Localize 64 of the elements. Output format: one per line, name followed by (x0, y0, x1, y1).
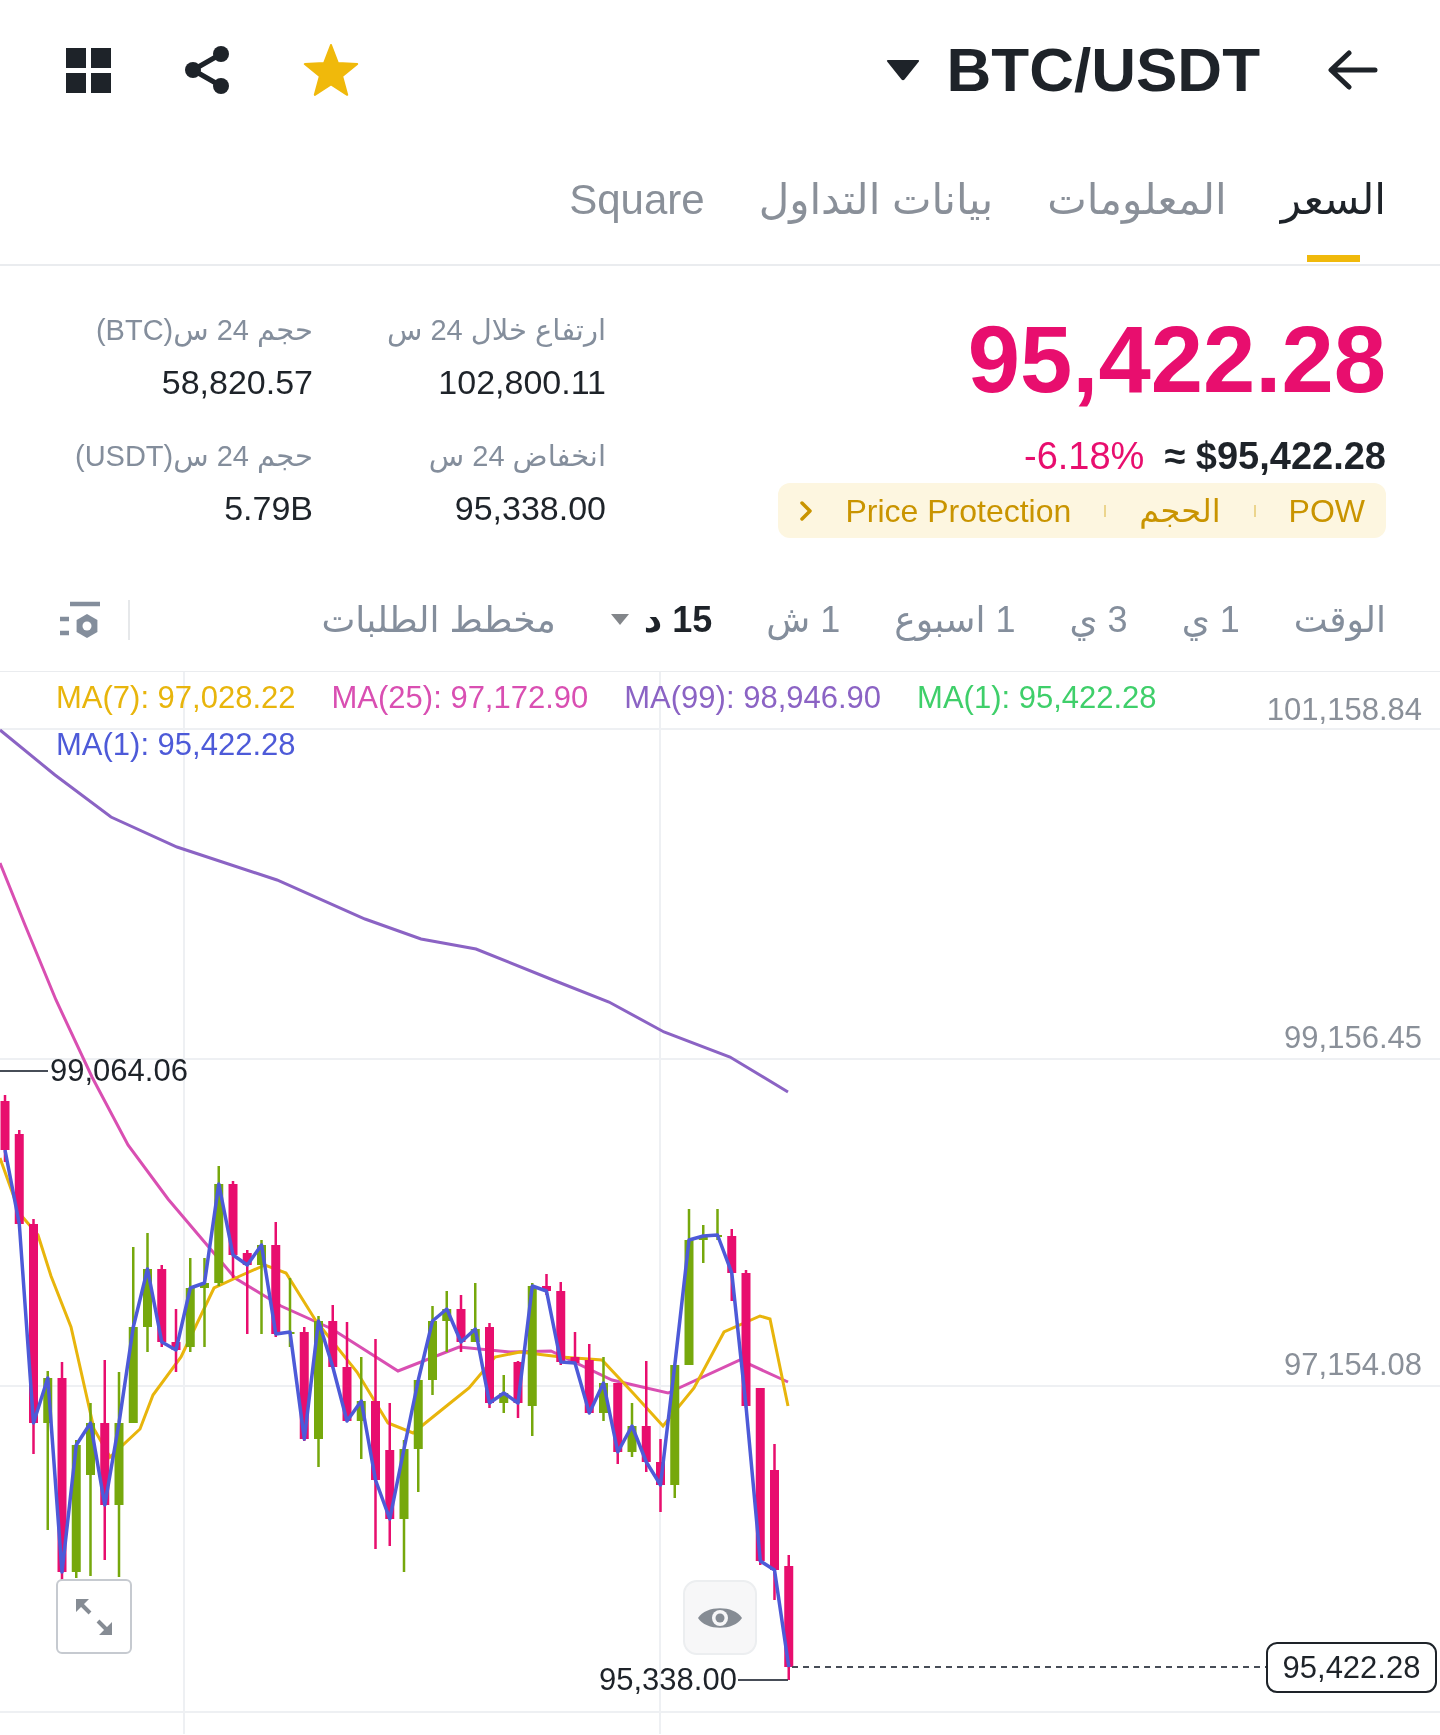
legend-label: MA(1): 95,422.28 (56, 726, 296, 764)
candlestick (171, 1309, 181, 1372)
back-arrow-icon[interactable] (1326, 50, 1378, 90)
axis-label: 99,156.45 (1284, 1018, 1422, 1057)
legend-label: MA(25): 97,172.90 (331, 679, 589, 717)
stat-value: 102,800.11 (438, 362, 606, 403)
settings-icon[interactable] (58, 599, 102, 640)
legend-label: MA(1): 95,422.28 (917, 679, 1157, 717)
interval-option[interactable]: مخطط الطلبات (321, 595, 556, 644)
tag-label: الحجم (1139, 491, 1221, 531)
stat-value: 95,338.00 (454, 488, 606, 529)
interval-dropdown[interactable]: 15 د (609, 595, 713, 644)
candlestick (499, 1375, 509, 1413)
stat-value: 5.79B (224, 488, 313, 529)
candlestick (0, 1095, 10, 1162)
visibility-button[interactable] (683, 1580, 757, 1655)
grid-icon[interactable] (66, 47, 111, 93)
axis-label: 97,154.08 (1284, 1346, 1422, 1384)
chevron-icon (800, 500, 813, 521)
candlestick (570, 1332, 580, 1365)
candlestick (442, 1291, 452, 1352)
stat-value: 58,820.57 (161, 362, 313, 403)
low-price-label: 95,338.00 (599, 1661, 737, 1699)
pair-selector[interactable]: BTC/USDT (885, 35, 1260, 105)
fullscreen-button[interactable] (56, 1579, 132, 1654)
tab[interactable]: المعلومات (1047, 170, 1227, 264)
interval-option[interactable]: 3 ي (1069, 595, 1128, 644)
price-change-percent: -6.18% (1024, 434, 1145, 478)
tag-label: POW (1288, 491, 1365, 531)
interval-option[interactable]: 1 ي (1181, 595, 1240, 644)
legend-label: MA(99): 98,946.90 (624, 679, 882, 717)
expand-icon (74, 1596, 114, 1637)
candlestick (584, 1344, 594, 1413)
tab[interactable]: Square (569, 170, 705, 264)
candlestick (627, 1403, 637, 1457)
candlestick (713, 1209, 722, 1240)
legend-label: MA(7): 97,028.22 (56, 679, 296, 717)
interval-option[interactable]: الوقت (1293, 595, 1386, 644)
stat-label: حجم 24 س(USDT) (74, 439, 313, 475)
price-in-usd: ≈ $95,422.28 (1164, 434, 1386, 478)
stat-label: حجم 24 س(BTC) (95, 313, 313, 349)
candlestick (727, 1229, 737, 1301)
tab[interactable]: السعر (1280, 170, 1386, 264)
caret-icon (885, 59, 920, 81)
last-price: 95,422.28 (967, 310, 1386, 410)
interval-option[interactable]: 1 ش (766, 595, 841, 644)
star-icon[interactable] (303, 44, 359, 96)
candlestick (513, 1361, 523, 1418)
candlestick (470, 1283, 480, 1342)
candlestick (599, 1357, 608, 1421)
stat-label: ارتفاع خلال 24 س (386, 313, 606, 349)
tab[interactable]: بيانات التداول (758, 170, 994, 264)
last-price-tag: 95,422.28 (1266, 1642, 1437, 1693)
tag-label: Price Protection (845, 491, 1072, 531)
stat-label: انخفاض 24 س (428, 439, 606, 475)
candlestick (698, 1225, 708, 1263)
share-icon[interactable] (183, 45, 231, 95)
leader-line (737, 1679, 789, 1681)
caret-icon (609, 613, 630, 626)
candlestick (328, 1305, 338, 1367)
axis-label: 101,158.84 (1266, 691, 1422, 729)
leader-line (0, 1070, 49, 1072)
candlestick (456, 1295, 466, 1352)
interval-option[interactable]: 1 اسبوع (894, 595, 1016, 644)
